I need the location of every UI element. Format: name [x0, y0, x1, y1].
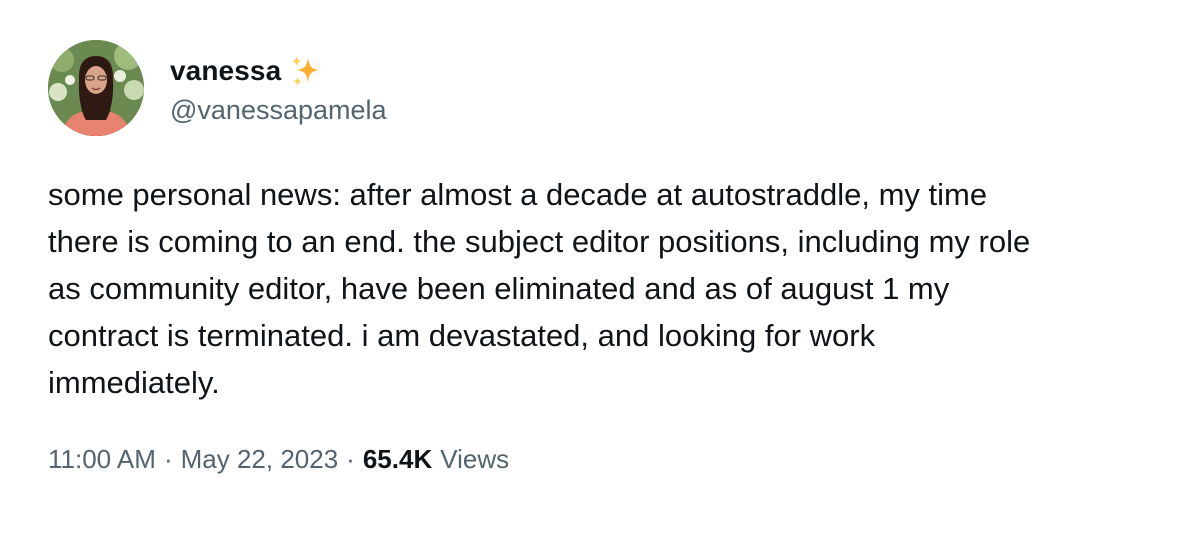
- avatar[interactable]: [48, 40, 144, 136]
- views-label[interactable]: Views: [440, 444, 509, 475]
- display-name-row: vanessa: [170, 51, 387, 91]
- sparkles-icon: [289, 54, 323, 88]
- author-names: vanessa @vanessapamela: [170, 40, 387, 136]
- tweet-time[interactable]: 11:00 AM: [48, 444, 156, 475]
- meta-separator: ·: [346, 444, 355, 474]
- display-name[interactable]: vanessa: [170, 55, 281, 87]
- tweet-meta: 11:00 AM · May 22, 2023 · 65.4K Views: [48, 444, 509, 475]
- tweet-date[interactable]: May 22, 2023: [181, 444, 339, 475]
- tweet-card: vanessa @vanessapamela some personal new…: [0, 0, 1200, 540]
- tweet-header: vanessa @vanessapamela: [48, 40, 387, 136]
- views-count[interactable]: 65.4K: [363, 444, 432, 475]
- user-handle[interactable]: @vanessapamela: [170, 95, 387, 126]
- profile-photo-icon: [48, 40, 144, 136]
- tweet-text: some personal news: after almost a decad…: [48, 177, 1031, 400]
- meta-separator: ·: [163, 444, 173, 474]
